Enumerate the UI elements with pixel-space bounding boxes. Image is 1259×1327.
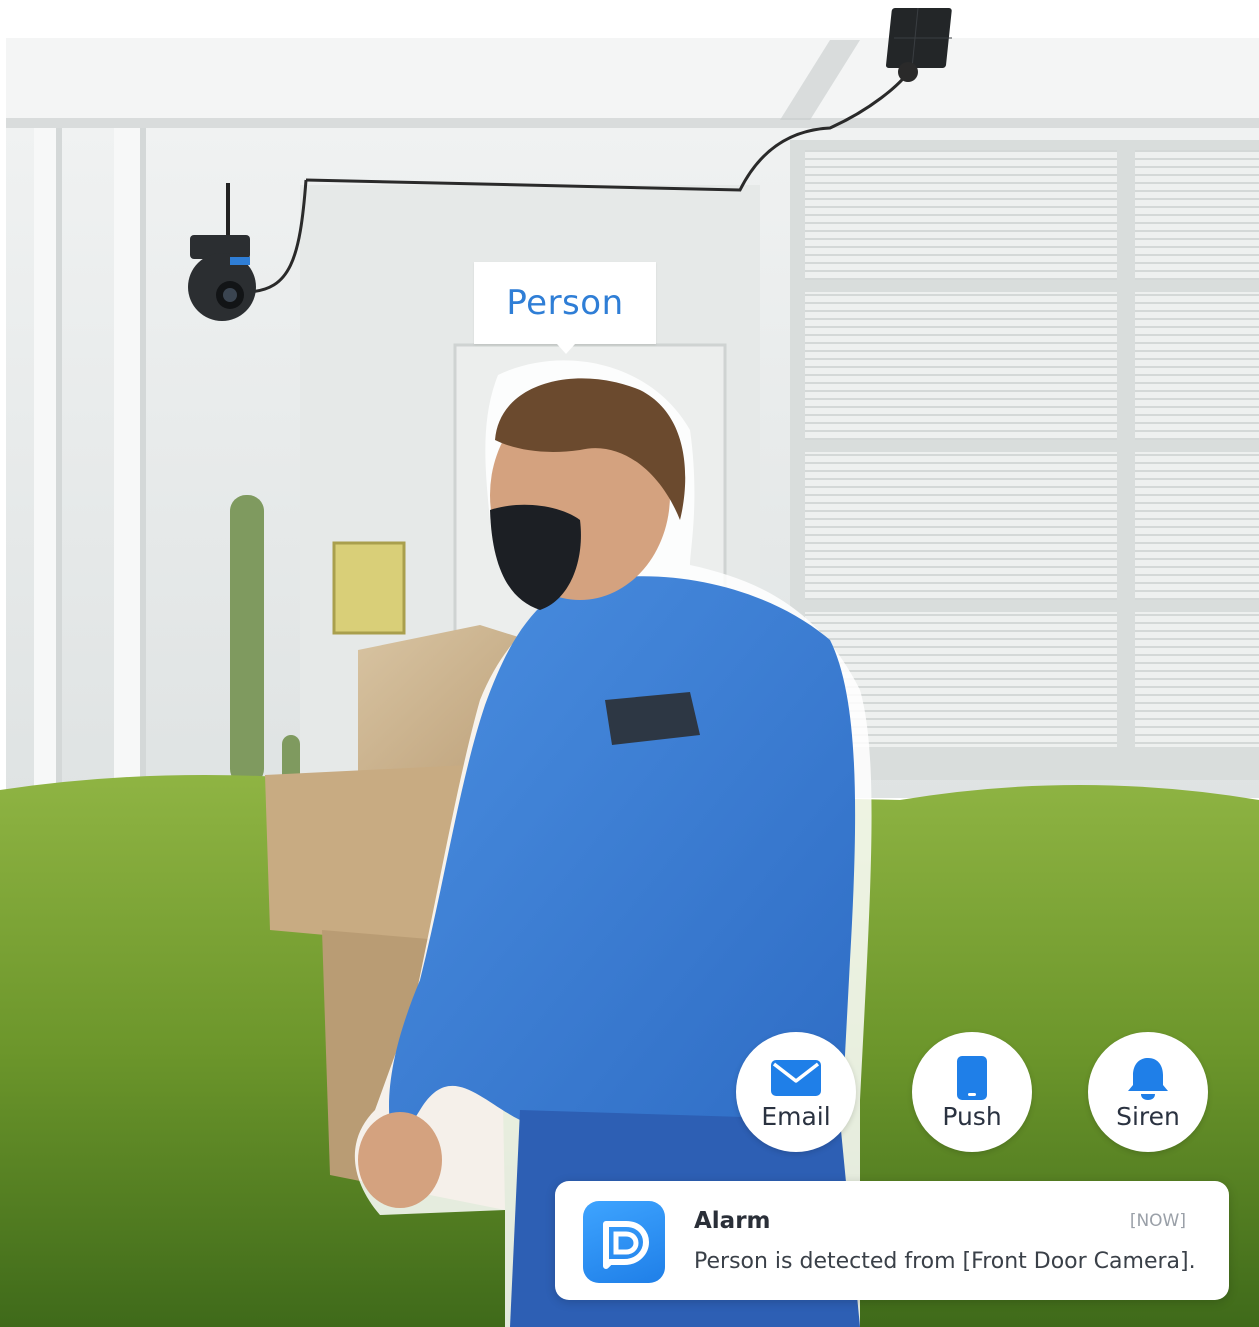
push-label: Push xyxy=(942,1101,1002,1131)
product-scene: Person Email Push Siren Alarm [NOW] Pers… xyxy=(0,0,1259,1327)
alarm-notification[interactable]: Alarm [NOW] Person is detected from [Fro… xyxy=(555,1181,1229,1300)
notification-title: Alarm xyxy=(694,1208,771,1234)
phone-icon xyxy=(946,1055,998,1100)
push-alert-button[interactable]: Push xyxy=(912,1032,1032,1152)
siren-label: Siren xyxy=(1116,1101,1180,1131)
detection-label: Person xyxy=(474,262,656,354)
notification-message: Person is detected from [Front Door Came… xyxy=(694,1249,1196,1274)
reolink-app-icon xyxy=(583,1201,665,1283)
siren-alert-button[interactable]: Siren xyxy=(1088,1032,1208,1152)
email-label: Email xyxy=(761,1101,831,1131)
email-alert-button[interactable]: Email xyxy=(736,1032,856,1152)
notification-time: [NOW] xyxy=(1129,1211,1186,1231)
scene-illustration xyxy=(0,0,1259,1327)
bell-icon xyxy=(1122,1056,1174,1100)
envelope-icon xyxy=(770,1056,822,1100)
